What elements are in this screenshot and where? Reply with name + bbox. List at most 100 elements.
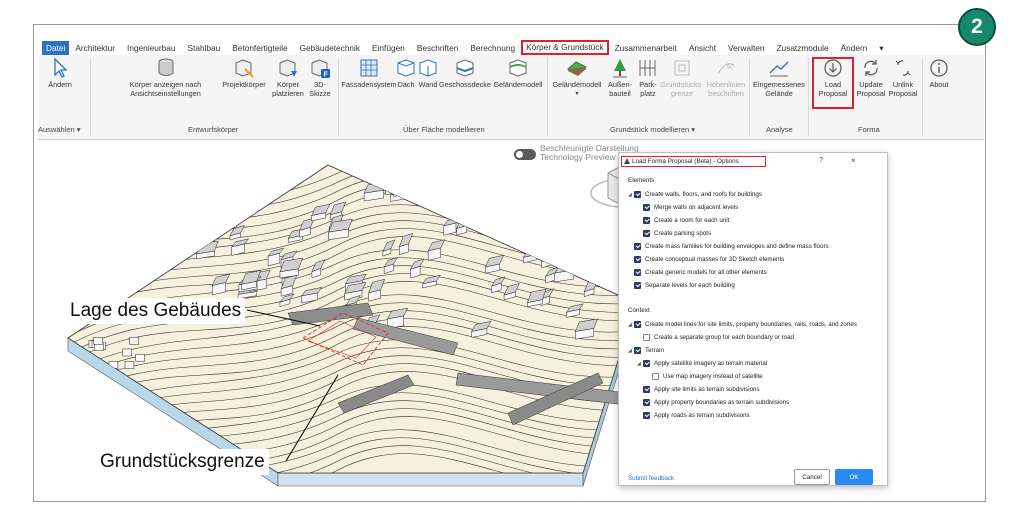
checkbox[interactable] <box>634 347 641 354</box>
checkbox[interactable] <box>634 321 641 328</box>
accelerated-graphics-toggle[interactable] <box>514 149 536 160</box>
checkbox[interactable] <box>643 412 650 419</box>
context-option[interactable]: Apply roads as terrain subdivisions <box>637 411 750 420</box>
svg-text:50: 50 <box>727 65 734 71</box>
cursor-arrow-icon <box>49 57 71 79</box>
elements-option[interactable]: Create generic models for all other elem… <box>628 268 767 277</box>
ribbon-extra-dropdown[interactable]: ▾ <box>873 41 889 55</box>
dialog-title-bar[interactable]: Load Forma Proposal (Beta) - Options <box>621 156 766 167</box>
in-place-mass-label: Projektkörper <box>222 80 266 89</box>
elements-option[interactable]: Create conceptual masses for 3D Sketch e… <box>628 255 784 264</box>
ribbon-tab[interactable]: Berechnung <box>464 41 521 55</box>
site-component-button[interactable]: Außen- bauteil <box>605 57 635 98</box>
property-line-button[interactable]: Grundstücks- grenze <box>660 57 704 98</box>
ribbon-tab[interactable]: Datei <box>42 40 70 55</box>
toposolid-button[interactable]: Geländemodell ▾ <box>549 57 605 98</box>
update-proposal-button[interactable]: Update Proposal <box>854 57 888 98</box>
ribbon-tab[interactable]: Ändern <box>835 41 874 55</box>
close-icon[interactable]: × <box>851 156 856 165</box>
checkbox[interactable] <box>643 360 650 367</box>
toposolid-face-button[interactable]: Geländemodell <box>491 57 545 90</box>
context-option[interactable]: Use map imagery instead of satellite <box>646 372 763 381</box>
in-place-mass-button[interactable]: Projektkörper <box>220 57 268 90</box>
place-mass-button[interactable]: Körper platzieren <box>269 57 307 98</box>
elements-option[interactable]: ◢ Create walls, floors, and roofs for bui… <box>628 190 762 199</box>
submit-feedback-link[interactable]: Submit feedback <box>628 475 674 482</box>
ribbon-tab[interactable]: Gebäudetechnik <box>294 41 366 55</box>
step-badge: 2 <box>958 8 996 46</box>
ribbon-tab[interactable]: Zusatzmodule <box>770 41 834 55</box>
ok-button[interactable]: OK <box>835 469 873 485</box>
checkbox[interactable] <box>634 191 641 198</box>
load-proposal-highlight <box>812 57 854 109</box>
context-option[interactable]: Apply site limits as terrain subdivision… <box>637 385 760 394</box>
3d-viewport[interactable]: Beschleunigte Darstellung Technology Pre… <box>38 143 716 499</box>
checkbox[interactable] <box>643 399 650 406</box>
modify-button[interactable]: Ändern <box>40 57 80 90</box>
checkbox[interactable] <box>652 373 659 380</box>
ribbon-tab[interactable]: Ansicht <box>683 41 722 55</box>
ribbon-tab[interactable]: Stahlbau <box>181 41 226 55</box>
checkbox[interactable] <box>643 204 650 211</box>
modify-label: Ändern <box>48 80 72 89</box>
unlink-proposal-button[interactable]: Unlink Proposal <box>886 57 920 98</box>
building-block <box>129 337 139 345</box>
info-icon <box>928 57 950 79</box>
3d-sketch-button[interactable]: F 3D- Skizze <box>306 57 334 98</box>
curtain-system-button[interactable]: Fassadensystem <box>341 57 397 90</box>
building-block <box>135 353 145 362</box>
entwurf-group-label: Entwurfskörper <box>188 125 239 134</box>
context-option[interactable]: Apply property boundaries as terrain sub… <box>637 398 789 407</box>
floor-by-face-button[interactable]: Geschossdecke <box>438 57 492 90</box>
ribbon-tab[interactable]: Beschriften <box>411 41 465 55</box>
context-option[interactable]: ◢ Create model lines for site limits, pro… <box>628 320 857 329</box>
forma-logo-icon <box>624 158 630 164</box>
elements-option[interactable]: Create a room for each unit <box>637 216 729 225</box>
checkbox[interactable] <box>643 217 650 224</box>
grundstueck-group-label[interactable]: Grundstück modellieren ▾ <box>610 125 695 134</box>
checkbox[interactable] <box>643 334 650 341</box>
checkbox[interactable] <box>634 256 641 263</box>
elements-option[interactable]: Merge walls on adjacent levels <box>637 203 738 212</box>
ribbon-tab[interactable]: Einfügen <box>366 41 411 55</box>
context-option[interactable]: Create a separate group for each boundar… <box>637 333 794 342</box>
cancel-button[interactable]: Cancel <box>794 469 830 485</box>
help-icon[interactable]: ? <box>819 157 823 164</box>
option-label: Create model lines for site limits, prop… <box>645 321 857 328</box>
about-button[interactable]: About <box>924 57 954 90</box>
label-contours-label: Höhenlinien beschriften <box>706 80 746 98</box>
building-block <box>541 249 557 269</box>
elements-option[interactable]: Create mass families for building envelo… <box>628 242 829 251</box>
checkbox[interactable] <box>643 230 650 237</box>
building-block <box>222 182 240 205</box>
tree-icon <box>609 57 631 79</box>
context-option[interactable]: ◢ Terrain <box>628 346 664 355</box>
elements-option[interactable]: Create parking spots <box>637 229 711 238</box>
graded-region-icon <box>768 57 790 79</box>
show-mass-button[interactable]: Körper anzeigen nach Ansichtseinstellung… <box>118 57 213 98</box>
checkbox[interactable] <box>634 269 641 276</box>
parking-button[interactable]: Park- platz <box>634 57 662 98</box>
refresh-icon <box>860 57 882 79</box>
select-group-label[interactable]: Auswählen ▾ <box>38 125 81 134</box>
ribbon-tab[interactable]: Betonfertigteile <box>226 41 293 55</box>
analyse-group-label: Analyse <box>766 125 793 134</box>
ribbon-tab[interactable]: Zusammenarbeit <box>609 41 683 55</box>
graded-region-button[interactable]: Eingemessenes Gelände <box>751 57 807 98</box>
property-line-label: Grundstücks- grenze <box>660 80 704 98</box>
roof-by-face-button[interactable]: Dach <box>395 57 417 90</box>
ribbon-tab[interactable]: Architektur <box>69 41 121 55</box>
ribbon-tab[interactable]: Körper & Grundstück <box>521 40 609 55</box>
checkbox[interactable] <box>643 386 650 393</box>
elements-option[interactable]: Separate levels for each building <box>628 281 735 290</box>
curtain-system-icon <box>358 57 380 79</box>
checkbox[interactable] <box>634 243 641 250</box>
building-block <box>393 179 411 197</box>
context-option[interactable]: ◢ Apply satellite imagery as terrain mate… <box>637 359 767 368</box>
ribbon-tab[interactable]: Verwalten <box>722 41 770 55</box>
ribbon-tab[interactable]: Ingenieurbau <box>121 41 181 55</box>
wall-by-face-button[interactable]: Wand <box>416 57 440 90</box>
option-label: Merge walls on adjacent levels <box>654 204 739 211</box>
label-contours-button[interactable]: 50 Höhenlinien beschriften <box>704 57 748 98</box>
checkbox[interactable] <box>634 282 641 289</box>
